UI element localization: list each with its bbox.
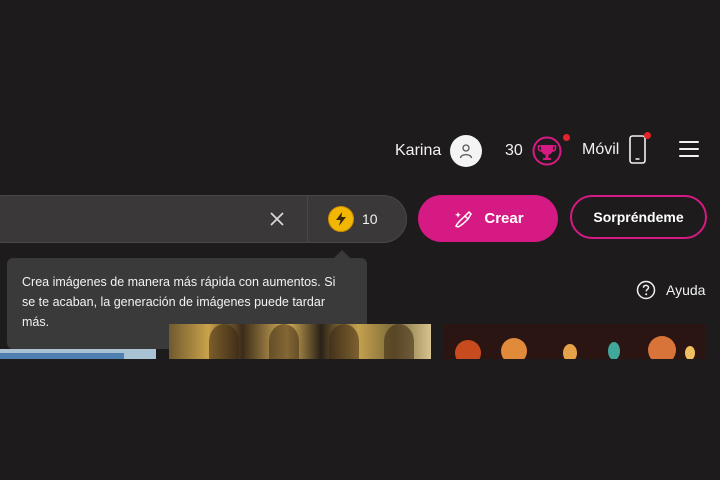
surprise-label: Sorpréndeme (593, 209, 684, 225)
lightning-icon (328, 206, 354, 232)
help-icon (636, 280, 656, 300)
notification-dot (644, 132, 652, 139)
notification-dot (562, 134, 570, 141)
surprise-button[interactable]: Sorpréndeme (570, 195, 707, 239)
help-label: Ayuda (666, 282, 706, 298)
mobile-button[interactable]: Móvil (582, 132, 652, 168)
gallery-thumbnail[interactable] (443, 324, 705, 359)
phone-icon (629, 132, 652, 165)
help-button[interactable]: Ayuda (636, 279, 705, 301)
user-icon[interactable] (450, 135, 483, 167)
rewards-button[interactable]: 30 (505, 134, 570, 168)
menu-icon[interactable] (679, 141, 699, 159)
mobile-label: Móvil (582, 141, 620, 158)
prompt-input[interactable] (0, 196, 293, 244)
reward-count: 30 (505, 142, 523, 159)
boost-count: 10 (362, 211, 378, 227)
trophy-icon (532, 134, 570, 166)
gallery-thumbnail[interactable] (0, 349, 156, 359)
user-name: Karina (395, 142, 442, 159)
gallery-thumbnail[interactable] (169, 324, 431, 359)
search-divider (307, 196, 308, 242)
close-icon[interactable] (268, 210, 286, 228)
sparkle-brush-icon (455, 210, 473, 228)
create-label: Crear (484, 210, 524, 227)
boost-button[interactable]: 10 (328, 206, 378, 232)
tooltip-text: Crea imágenes de manera más rápida con a… (22, 275, 336, 329)
create-button[interactable]: Crear (418, 195, 558, 242)
user-profile[interactable]: Karina (395, 134, 483, 168)
